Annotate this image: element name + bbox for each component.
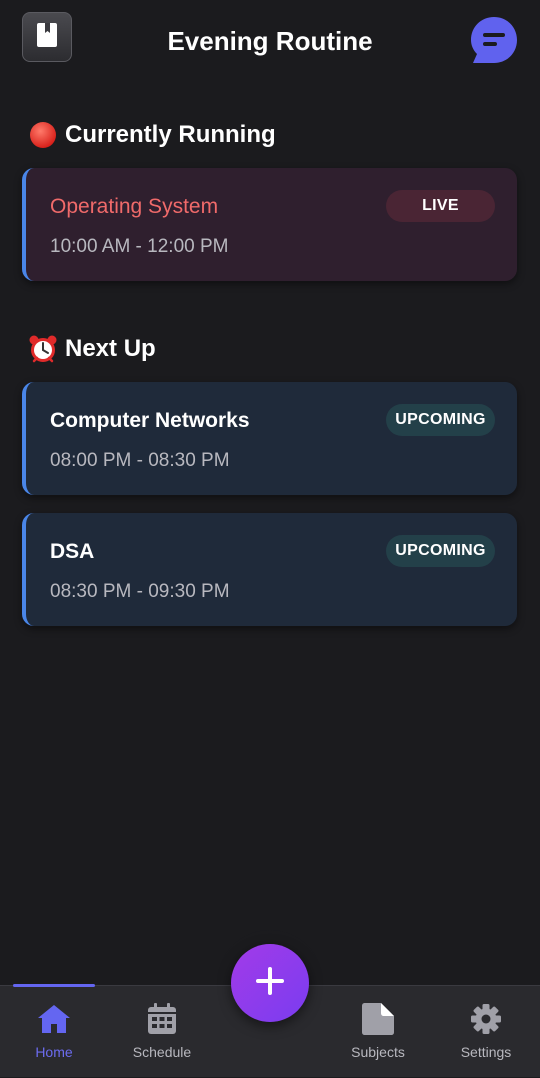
session-time: 08:30 PM - 09:30 PM bbox=[50, 581, 230, 602]
currently-running-heading: Currently Running bbox=[28, 120, 276, 150]
page-title: Evening Routine bbox=[167, 26, 373, 56]
red-circle-icon bbox=[28, 120, 58, 150]
nav-subjects[interactable]: Subjects bbox=[324, 986, 432, 1078]
session-time: 10:00 AM - 12:00 PM bbox=[50, 236, 229, 257]
nav-settings[interactable]: Settings bbox=[432, 986, 540, 1078]
nav-label: Schedule bbox=[132, 1044, 192, 1060]
nav-label: Subjects bbox=[351, 1044, 405, 1060]
session-title: Operating System bbox=[50, 195, 219, 218]
gear-icon bbox=[469, 1002, 503, 1036]
app-header: Evening Routine bbox=[0, 0, 540, 86]
section-title-text: Next Up bbox=[65, 335, 156, 362]
nav-schedule[interactable]: Schedule bbox=[108, 986, 216, 1078]
upcoming-session-card[interactable]: Computer Networks 08:00 PM - 08:30 PM UP… bbox=[22, 382, 517, 495]
upcoming-session-card[interactable]: DSA 08:30 PM - 09:30 PM UPCOMING bbox=[22, 513, 517, 626]
session-title: Computer Networks bbox=[50, 409, 250, 432]
chat-icon bbox=[470, 16, 518, 69]
document-icon bbox=[361, 1002, 395, 1036]
section-title-text: Currently Running bbox=[65, 121, 276, 148]
session-time: 08:00 PM - 08:30 PM bbox=[50, 450, 230, 471]
add-button[interactable] bbox=[231, 944, 309, 1022]
next-up-heading: Next Up bbox=[28, 334, 156, 364]
home-icon bbox=[37, 1002, 71, 1036]
session-title: DSA bbox=[50, 540, 95, 563]
live-badge: LIVE bbox=[386, 190, 495, 222]
nav-label: Home bbox=[35, 1044, 73, 1060]
alarm-clock-icon bbox=[28, 334, 58, 364]
upcoming-badge: UPCOMING bbox=[386, 535, 495, 567]
plus-icon bbox=[255, 966, 285, 1001]
current-session-card[interactable]: Operating System 10:00 AM - 12:00 PM LIV… bbox=[22, 168, 517, 281]
chat-button[interactable] bbox=[470, 16, 518, 69]
nav-label: Settings bbox=[460, 1044, 512, 1060]
calendar-icon bbox=[145, 1002, 179, 1036]
upcoming-badge: UPCOMING bbox=[386, 404, 495, 436]
nav-home[interactable]: Home bbox=[0, 986, 108, 1078]
